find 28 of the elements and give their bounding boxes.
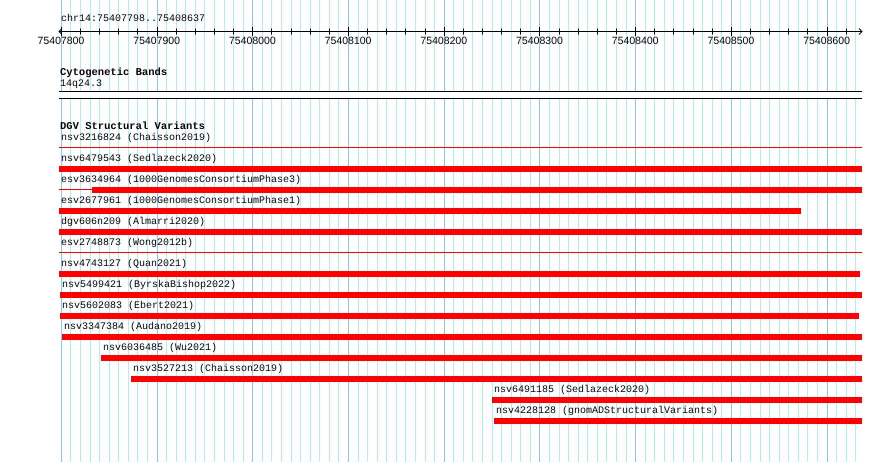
tick-label: 75407800 — [38, 35, 84, 47]
feature-label: nsv5499421 (ByrskaBishop2022) — [62, 280, 236, 292]
tick-label: 75408400 — [612, 35, 659, 47]
band-label: 14q24.3 — [60, 79, 102, 91]
feature-label: esv3634964 (1000GenomesConsortiumPhase3) — [61, 175, 302, 187]
tick-label: 75408500 — [708, 35, 754, 47]
feature-label: nsv3527213 (Chaisson2019) — [133, 364, 284, 376]
feature-label: nsv3216824 (Chaisson2019) — [61, 133, 212, 145]
tick-label: 75408000 — [228, 35, 276, 47]
feature-label: nsv6479543 (Sedlazeck2020) — [61, 154, 218, 166]
location-label: chr14:75407798..75408637 — [61, 12, 206, 26]
tick-label: 75408300 — [516, 35, 563, 47]
tick-label: 75408600 — [803, 35, 850, 47]
tick-label: 75408200 — [420, 35, 468, 47]
feature-label: nsv3347384 (Audano2019) — [64, 322, 202, 334]
track-title: DGV Structural Variants — [60, 121, 205, 133]
feature-bar[interactable] — [59, 187, 862, 193]
tick-label: 75407900 — [133, 35, 180, 47]
track-title: Cytogenetic Bands — [60, 67, 168, 79]
feature-label: nsv6036485 (Wu2021) — [103, 343, 218, 355]
feature-label: nsv6491185 (Sedlazeck2020) — [494, 385, 650, 397]
feature-label: nsv4228128 (gnomADStructuralVariants) — [496, 406, 718, 418]
feature-label: esv2677961 (1000GenomesConsortiumPhase1) — [61, 196, 302, 208]
tick-label: 75408100 — [324, 35, 372, 47]
feature-label: nsv4743127 (Quan2021) — [61, 259, 188, 271]
feature-label: esv2748873 (Wong2012b) — [61, 238, 194, 250]
feature-label: nsv5602083 (Ebert2021) — [62, 301, 194, 313]
feature-label: dgv606n209 (Almarri2020) — [61, 217, 206, 229]
